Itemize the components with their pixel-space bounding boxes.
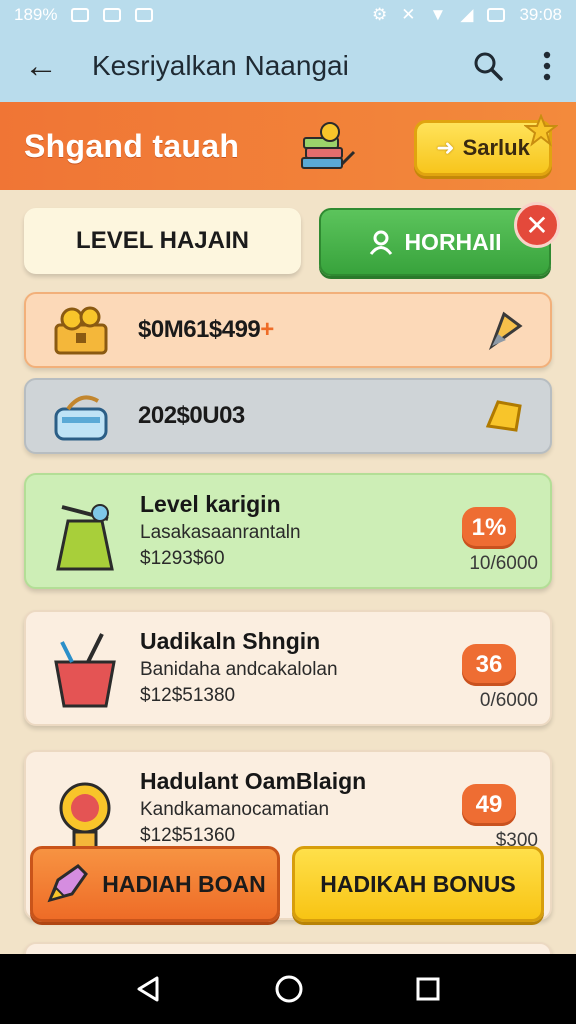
basket-icon xyxy=(54,395,108,441)
task-amount: $12$51380 xyxy=(140,685,236,706)
more-vert-icon[interactable] xyxy=(542,51,552,81)
system-nav-bar xyxy=(0,954,576,1024)
hadikah-bonus-button[interactable]: HADIKAH BONUS xyxy=(292,846,544,922)
task-badge: 49 xyxy=(462,784,516,826)
hadiah-boan-label: HADIAH BOAN xyxy=(102,870,266,897)
green-button-label: HORHAII xyxy=(404,228,502,255)
gem-balance-bar: 202$0U03 xyxy=(24,378,552,454)
task-badge: 1% xyxy=(462,507,516,549)
vibrate-icon: ⚙ xyxy=(372,5,388,24)
page-title: Kesriyalkan Naangai xyxy=(92,50,349,81)
back-arrow-icon[interactable]: ← xyxy=(24,49,70,83)
banner-button-label: Sarluk xyxy=(462,135,530,160)
task-subtitle: Lasakasaanrantaln xyxy=(140,522,301,543)
signal-icon: ◢ xyxy=(460,5,474,24)
hadiah-boan-button[interactable]: HADIAH BOAN xyxy=(30,846,280,922)
coin-balance-bar: $0M61$499+ xyxy=(24,292,552,368)
task-subtitle: Kandkamanocamatian xyxy=(140,799,330,820)
level-label-box: LEVEL HAJAIN xyxy=(24,208,301,274)
gem-balance-value: 202$0U03 xyxy=(138,402,245,429)
battery-icon xyxy=(487,8,506,22)
task-progress: 10/6000 xyxy=(469,553,538,574)
crayon-icon xyxy=(47,864,89,903)
search-icon[interactable] xyxy=(472,50,504,82)
wifi-icon: ▼ xyxy=(429,5,447,24)
coin-balance-text: $0M61$499 xyxy=(138,316,261,343)
mute-icon: ✕ xyxy=(401,5,416,24)
gold-nugget-icon[interactable] xyxy=(480,392,528,440)
image-notification-icon xyxy=(71,8,90,22)
status-time: 39:08 xyxy=(519,5,562,24)
level-label: LEVEL HAJAIN xyxy=(76,227,249,254)
status-bar: 189% ⚙ ✕ ▼ ◢ 39:08 xyxy=(0,0,576,30)
task-title: Uadikaln Shngin xyxy=(140,628,321,654)
status-text: 189% xyxy=(14,5,58,24)
star-icon xyxy=(524,114,558,147)
task-amount: $1293$60 xyxy=(140,548,225,569)
arrow-right-icon: ➜ xyxy=(436,135,455,160)
task-progress: 0/6000 xyxy=(479,690,538,711)
task-card[interactable]: Level karigin Lasakasaanrantaln $1293$60… xyxy=(24,473,552,589)
hadikah-bonus-label: HADIKAH BONUS xyxy=(320,870,516,897)
home-circle-icon[interactable] xyxy=(274,974,304,1004)
app-notification-icon xyxy=(103,8,122,22)
person-icon xyxy=(370,230,393,255)
books-icon xyxy=(301,122,356,169)
app-bar: ← Kesriyalkan Naangai xyxy=(0,30,576,102)
coin-balance-suffix: + xyxy=(260,316,274,343)
square-notification-icon xyxy=(135,8,154,22)
back-triangle-icon[interactable] xyxy=(135,975,163,1003)
task-title: Level karigin xyxy=(140,491,281,517)
bucket-icon xyxy=(54,633,116,708)
coin-balance-value: $0M61$499+ xyxy=(138,316,480,344)
task-title: Hadulant OamBlaign xyxy=(140,768,367,794)
close-icon[interactable]: ✕ xyxy=(514,202,560,248)
banner-title: Shgand tauah xyxy=(24,127,240,164)
pencil-tip-icon[interactable] xyxy=(480,306,528,354)
recents-square-icon[interactable] xyxy=(415,976,441,1002)
task-badge: 36 xyxy=(462,644,516,686)
sack-icon xyxy=(56,504,114,571)
task-amount: $12$51360 xyxy=(140,825,236,846)
task-card[interactable]: Uadikaln Shngin Banidaha andcakalolan $1… xyxy=(24,610,552,726)
task-subtitle: Banidaha andcakalolan xyxy=(140,659,338,680)
treasure-chest-icon xyxy=(54,306,108,355)
